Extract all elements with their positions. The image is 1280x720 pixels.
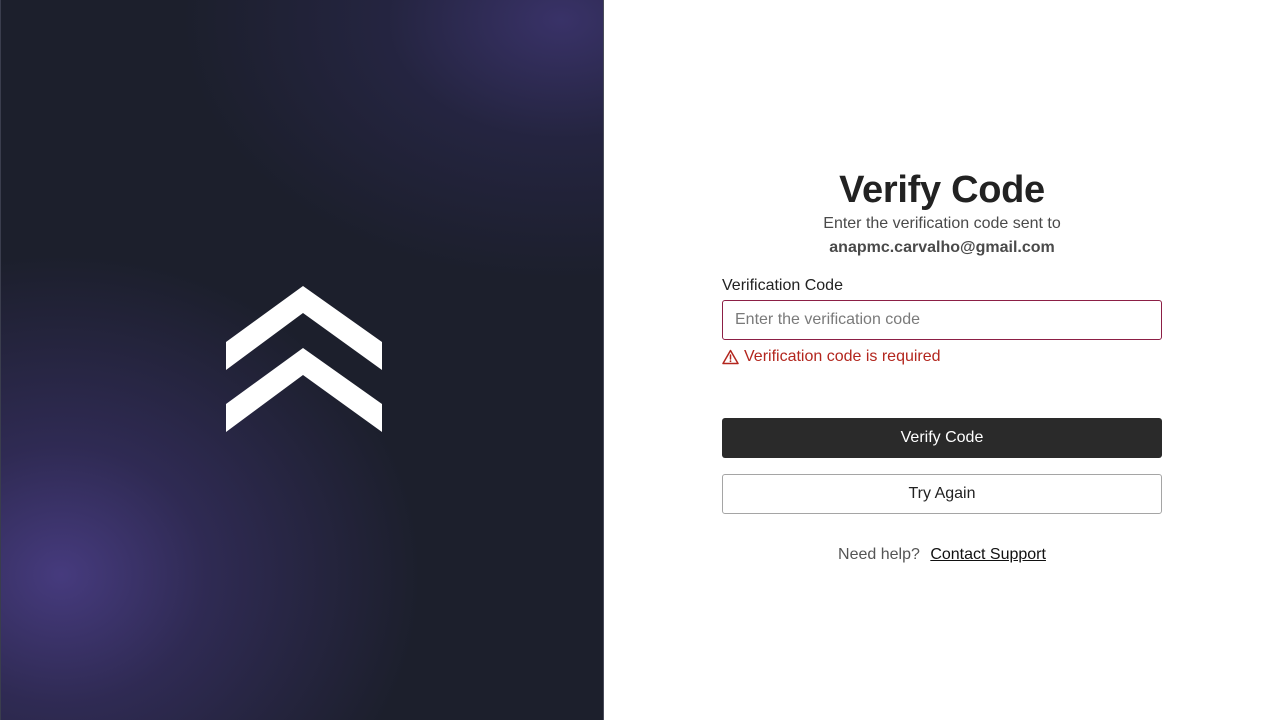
try-again-button[interactable]: Try Again xyxy=(722,474,1162,514)
verification-code-input[interactable] xyxy=(722,300,1162,340)
recipient-email: anapmc.carvalho@gmail.com xyxy=(829,239,1055,256)
brand-panel xyxy=(0,0,604,720)
lower-chevron xyxy=(226,348,382,432)
verify-form: Verify Code Enter the verification code … xyxy=(722,168,1162,566)
verification-code-label: Verification Code xyxy=(722,277,843,294)
help-row: Need help? Contact Support xyxy=(722,544,1162,566)
verify-panel: Verify Code Enter the verification code … xyxy=(604,0,1280,720)
verify-code-button[interactable]: Verify Code xyxy=(722,418,1162,458)
help-text: Need help? xyxy=(838,546,920,563)
page-title: Verify Code xyxy=(839,169,1045,211)
double-chevron-up-icon xyxy=(226,286,382,432)
contact-support-link[interactable]: Contact Support xyxy=(930,546,1046,563)
warning-triangle-icon xyxy=(722,349,739,365)
verification-code-error: Verification code is required xyxy=(722,346,1162,368)
page-subtitle: Enter the verification code sent to xyxy=(823,215,1061,232)
error-message: Verification code is required xyxy=(744,348,941,365)
